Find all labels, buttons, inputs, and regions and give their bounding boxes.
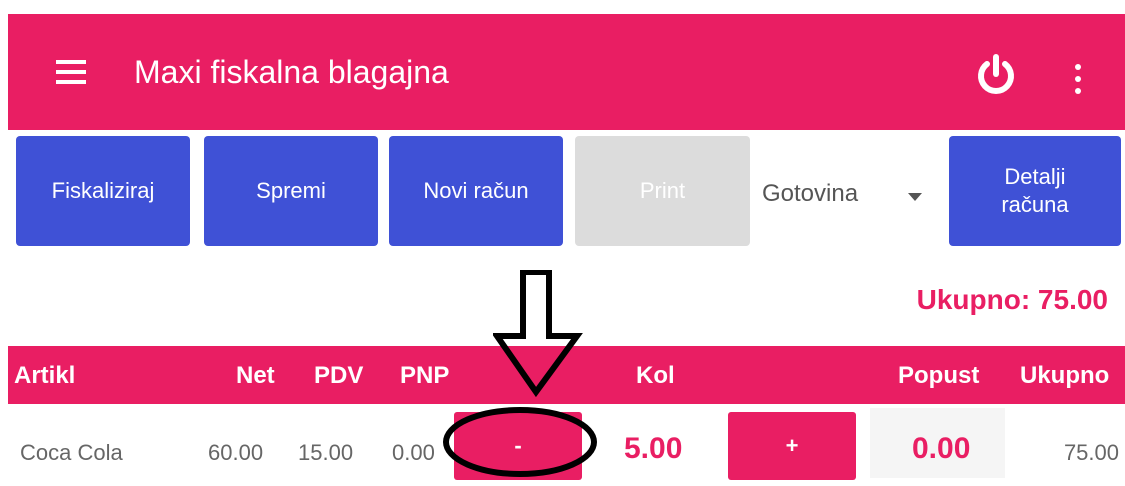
header-pnp: PNP	[400, 362, 450, 389]
header-artikl: Artikl	[14, 362, 76, 389]
increase-quantity-button[interactable]: +	[728, 412, 856, 480]
more-vert-icon[interactable]	[1074, 64, 1082, 94]
detalji-racuna-button[interactable]: Detalji računa	[949, 136, 1121, 246]
detalji-line2: računa	[1001, 192, 1069, 217]
fiskaliziraj-button[interactable]: Fiskaliziraj	[16, 136, 190, 246]
header-kol: Kol	[636, 362, 675, 389]
header-pdv: PDV	[314, 362, 364, 389]
annotation-ellipse-icon	[443, 407, 597, 477]
app-bar: Maxi fiskalna blagajna	[8, 14, 1125, 130]
header-popust: Popust	[898, 362, 980, 389]
payment-method-value: Gotovina	[762, 180, 859, 207]
cell-pdv: 15.00	[298, 440, 354, 465]
detalji-line1: Detalji	[1004, 164, 1066, 189]
spremi-button[interactable]: Spremi	[204, 136, 378, 246]
novi-racun-button[interactable]: Novi račun	[389, 136, 563, 246]
dropdown-arrow-icon	[908, 193, 922, 201]
cell-kol: 5.00	[624, 432, 683, 465]
cell-ukupno: 75.00	[1063, 440, 1119, 465]
payment-method-select[interactable]: Gotovina	[758, 172, 938, 216]
cell-artikl: Coca Cola	[20, 440, 123, 465]
print-button[interactable]: Print	[575, 136, 750, 246]
header-net: Net	[236, 362, 275, 389]
power-icon[interactable]	[976, 54, 1016, 96]
annotation-arrow-icon	[493, 270, 583, 398]
total-amount: Ukupno: 75.00	[916, 284, 1108, 315]
app-title: Maxi fiskalna blagajna	[134, 54, 449, 90]
cell-net: 60.00	[208, 440, 264, 465]
menu-icon[interactable]	[56, 60, 86, 84]
header-ukupno: Ukupno	[1020, 362, 1110, 389]
cell-pnp: 0.00	[392, 440, 435, 465]
cell-popust[interactable]: 0.00	[912, 432, 970, 466]
